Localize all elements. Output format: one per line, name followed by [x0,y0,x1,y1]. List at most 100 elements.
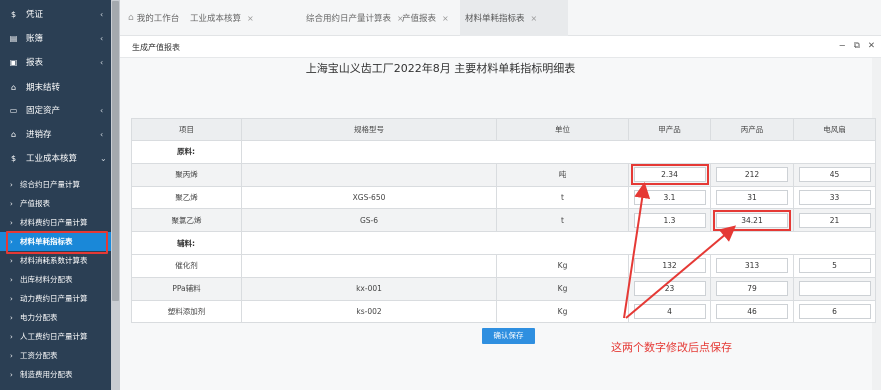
sidebar-subitem-label: 材料单耗指标表 [20,237,73,246]
spec-cell [241,162,497,187]
home-icon: ⌂ [128,13,134,23]
value-input[interactable]: 1.3 [633,212,706,228]
sidebar-item-5[interactable]: ⌂ 进销存 ‹ [0,124,112,144]
section-filler [241,140,876,164]
sidebar-subitem-label: 出库材料分配表 [20,275,73,284]
report-title: 上海宝山义齿工厂2022年8月 主要材料单耗指标明细表 [305,62,576,75]
cost-icon: $ [10,153,17,163]
sidebar-subitem-9[interactable]: › 工资分配表 [0,346,112,365]
value-input[interactable]: 31 [716,189,788,205]
value-input[interactable]: 2.34 [630,164,709,186]
tab-4[interactable]: 材料单耗指标表 × [460,0,568,36]
tab-close-icon[interactable]: × [442,14,449,23]
tab-0[interactable]: ⌂ 我的工作台 [128,0,179,36]
tab-2[interactable]: 综合用约日产量计算表 × [306,0,404,36]
sidebar-subitem-label: 电力分配表 [20,313,58,322]
tab-1[interactable]: 工业成本核算 × [190,0,254,36]
value-input[interactable]: 33 [798,189,871,205]
chevron-right-icon: › [10,370,13,379]
item-cell: 聚乙烯 [131,185,242,210]
chevron-right-icon: › [10,256,13,265]
material-table: 项目 规格型号 单位 甲产品 丙产品 电风扇 原料: 聚丙烯吨 2.34 212 45 聚乙烯 XGS… [131,118,876,324]
minimize-icon[interactable]: − [839,41,846,51]
value-cell: 21 [793,208,876,233]
section-row: 原料: [131,140,876,164]
sidebar-subitem-label: 材料消耗系数计算表 [20,256,88,265]
section-label: 原料: [131,140,242,164]
tab-close-icon[interactable]: × [247,14,254,23]
sidebar-subitem-label: 动力费约日产量计算 [20,294,88,303]
value-input[interactable]: 5 [798,258,871,274]
sidebar-item-label: 凭证 [26,10,44,20]
spec-cell: XGS-650 [241,185,497,210]
chevron-right-icon: › [10,351,13,360]
item-cell: 塑料添加剂 [131,299,242,324]
save-button[interactable]: 确认保存 [482,328,535,344]
value-input[interactable]: 45 [798,167,871,183]
sidebar-subitem-6[interactable]: › 动力费约日产量计算 [0,289,112,308]
chevron-right-icon: › [10,313,13,322]
sidebar-item-4[interactable]: ▭ 固定资产 ‹ [0,100,112,120]
value-input[interactable]: 23 [633,281,706,297]
sidebar-subitem-0[interactable]: › 综合约日产量计算 [0,175,112,194]
sidebar-subitem-3[interactable]: › 材料单耗指标表 [0,231,112,254]
sidebar-subitem-8[interactable]: › 人工费约日产量计算 [0,327,112,346]
sidebar-subitem-label: 综合约日产量计算 [20,180,80,189]
table-row: 聚乙烯 XGS-650 t 3.1 31 33 [131,185,876,210]
value-input[interactable]: 313 [716,258,788,274]
chevron-right-icon: › [10,294,13,303]
sidebar-subitem-4[interactable]: › 材料消耗系数计算表 [0,251,112,270]
sidebar-subitem-label: 工资分配表 [20,351,58,360]
value-input[interactable]: 132 [633,258,706,274]
sidebar-subitem-label: 人工费约日产量计算 [20,332,88,341]
value-input[interactable]: 212 [716,167,788,183]
value-input[interactable]: 3.1 [633,189,706,205]
sidebar-item-label: 账簿 [26,34,44,44]
item-cell: 催化剂 [131,253,242,278]
sidebar-subitem-1[interactable]: › 产值报表 [0,194,112,213]
sidebar-scrollbar[interactable] [111,0,120,390]
value-cell: 33 [793,185,876,210]
restore-icon[interactable]: ⧉ [854,41,860,51]
sidebar-subitem-10[interactable]: › 制造费用分配表 [0,365,112,384]
column-header: 丙产品 [710,118,794,141]
chevron-right-icon: › [10,275,13,284]
value-input[interactable]: 21 [798,212,871,228]
unit-cell: Kg [496,253,629,278]
value-cell: 1.3 [628,208,711,233]
value-cell: 46 [710,299,794,324]
unit-cell: Kg [496,276,629,301]
unit-cell: t [496,208,629,233]
unit-cell: Kg [496,299,629,324]
column-header: 电风扇 [793,118,876,141]
chevron-right-icon: › [10,218,13,227]
value-input[interactable]: 34.21 [713,209,791,231]
tab-3[interactable]: 产值报表 × [402,0,449,36]
sidebar-subitem-7[interactable]: › 电力分配表 [0,308,112,327]
value-input[interactable]: 79 [716,281,788,297]
sidebar-subitem-2[interactable]: › 材料费约日产量计算 [0,213,112,232]
section-row: 辅料: [131,231,876,255]
value-input[interactable] [798,281,871,297]
tab-close-icon[interactable]: × [531,14,538,23]
value-cell: 4 [628,299,711,324]
sidebar-item-3[interactable]: ⌂ 期末结转 [0,77,112,97]
sidebar-item-6[interactable]: $ 工业成本核算 ⌄ [0,148,112,168]
value-cell: 132 [628,253,711,278]
tab-label: 我的工作台 [136,14,180,24]
sidebar-scrollbar-thumb[interactable] [112,1,119,301]
sidebar-subitem-5[interactable]: › 出库材料分配表 [0,270,112,289]
sidebar-item-label: 期末结转 [26,83,61,93]
close-icon[interactable]: ✕ [868,41,875,51]
tab-label: 综合用约日产量计算表 [306,14,392,24]
sidebar-item-0[interactable]: $ 凭证 ‹ [0,4,112,24]
value-input[interactable]: 46 [716,303,788,319]
value-input[interactable]: 4 [633,303,706,319]
value-input[interactable]: 6 [798,303,871,319]
value-cell [793,276,876,301]
sidebar-item-1[interactable]: ▤ 账簿 ‹ [0,28,112,48]
value-cell: 79 [710,276,794,301]
sidebar-subitem-label: 制造费用分配表 [20,370,73,379]
panel-tools: − ⧉ ✕ [839,41,875,51]
tab-label: 工业成本核算 [190,14,242,24]
